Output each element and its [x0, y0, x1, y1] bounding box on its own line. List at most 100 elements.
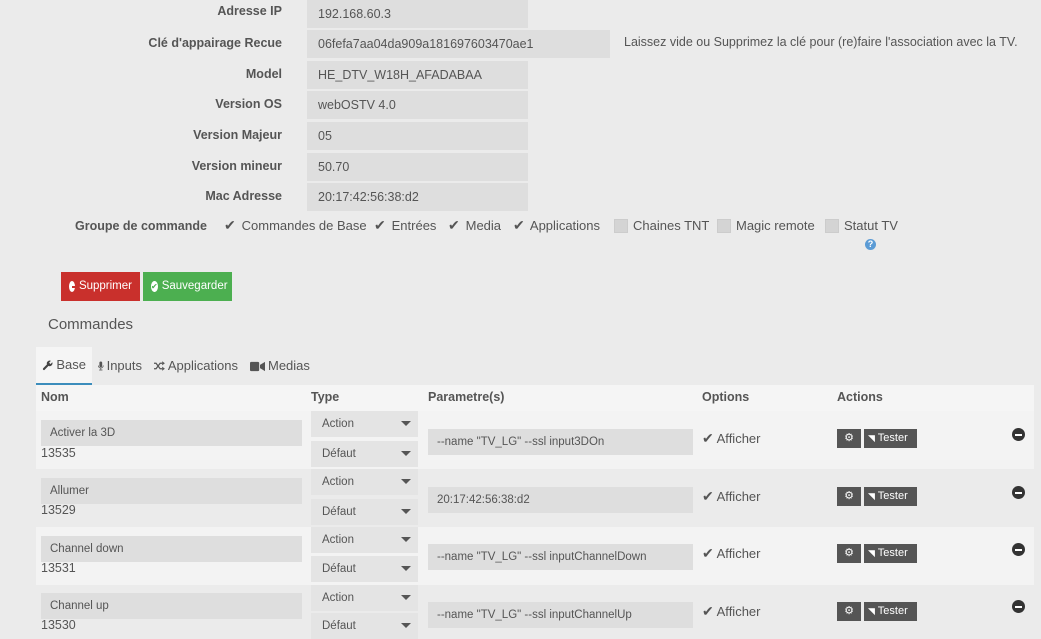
- shuffle-icon: [154, 361, 165, 371]
- subtype-select[interactable]: Défaut: [311, 613, 418, 639]
- column-header-parametres: Parametre(s): [428, 390, 505, 404]
- test-button[interactable]: ◥ Tester: [864, 429, 917, 448]
- tab-bar: Base Inputs Applications Medias: [36, 347, 324, 385]
- caret-down-icon: [401, 623, 411, 628]
- column-header-type: Type: [311, 390, 340, 404]
- help-icon[interactable]: ?: [865, 239, 876, 250]
- unchecked-box: [614, 218, 628, 233]
- configure-button[interactable]: ⚙: [837, 429, 861, 448]
- caret-down-icon: [401, 451, 411, 456]
- section-title: Commandes: [48, 316, 134, 333]
- cogs-icon: ⚙: [844, 432, 854, 444]
- microphone-icon: [98, 361, 104, 371]
- field-label-ip: Adresse IP: [217, 4, 282, 18]
- remove-command-icon[interactable]: [1012, 543, 1025, 556]
- field-label-model: Model: [245, 67, 282, 81]
- unchecked-box: [717, 218, 731, 233]
- check-icon: ✔: [702, 545, 714, 561]
- checkbox-commandes-base[interactable]: ✔ Commandes de Base: [224, 218, 367, 233]
- check-icon: ✔: [702, 430, 714, 446]
- tab-medias[interactable]: Medias: [244, 347, 324, 385]
- test-button[interactable]: ◥ Tester: [864, 544, 917, 563]
- configure-button[interactable]: ⚙: [837, 544, 861, 563]
- type-select[interactable]: Action: [311, 469, 418, 495]
- command-name-input[interactable]: Allumer: [41, 478, 302, 504]
- command-group-label: Groupe de commande: [75, 219, 207, 233]
- os-version-field[interactable]: webOSTV 4.0: [307, 91, 528, 119]
- caret-down-icon: [401, 421, 411, 426]
- remove-command-icon[interactable]: [1012, 486, 1025, 499]
- caret-down-icon: [401, 509, 411, 514]
- cogs-icon: ⚙: [844, 605, 854, 617]
- minus-circle-icon: [69, 281, 78, 292]
- parameter-input[interactable]: --name "TV_LG" --ssl input3DOn: [428, 429, 693, 455]
- subtype-select[interactable]: Défaut: [311, 441, 418, 467]
- command-id: 13529: [41, 503, 76, 517]
- tab-base[interactable]: Base: [36, 347, 92, 385]
- parameter-input[interactable]: --name "TV_LG" --ssl inputChannelDown: [428, 544, 693, 570]
- command-name-input[interactable]: Activer la 3D: [41, 420, 302, 446]
- cogs-icon: ⚙: [844, 490, 854, 502]
- check-icon: ✔: [702, 488, 714, 504]
- type-select[interactable]: Action: [311, 585, 418, 611]
- parameter-input[interactable]: --name "TV_LG" --ssl inputChannelUp: [428, 602, 693, 628]
- rss-icon: ◥: [868, 606, 875, 616]
- afficher-checkbox[interactable]: ✔ Afficher: [702, 546, 760, 561]
- column-header-nom: Nom: [41, 390, 69, 404]
- wrench-icon: [42, 360, 53, 370]
- field-label-minor-version: Version mineur: [191, 159, 282, 173]
- rss-icon: ◥: [868, 491, 875, 501]
- remove-command-icon[interactable]: [1012, 600, 1025, 613]
- unchecked-box: [825, 218, 839, 233]
- table-header: [36, 385, 1034, 411]
- checkbox-entrees[interactable]: ✔ Entrées: [374, 218, 436, 233]
- caret-down-icon: [401, 537, 411, 542]
- caret-down-icon: [401, 566, 411, 571]
- field-label-mac: Mac Adresse: [205, 189, 282, 203]
- configure-button[interactable]: ⚙: [837, 487, 861, 506]
- command-id: 13530: [41, 618, 76, 632]
- tab-inputs[interactable]: Inputs: [92, 347, 148, 385]
- checkbox-chaines-tnt[interactable]: Chaines TNT: [614, 218, 709, 233]
- checkbox-magic-remote[interactable]: Magic remote: [717, 218, 815, 233]
- ip-address-field[interactable]: 192.168.60.3: [307, 0, 528, 28]
- minor-version-field[interactable]: 50.70: [307, 153, 528, 181]
- check-icon: ✔: [224, 217, 236, 233]
- checkbox-applications[interactable]: ✔ Applications: [513, 218, 600, 233]
- command-name-input[interactable]: Channel down: [41, 536, 302, 562]
- check-icon: ✔: [513, 217, 525, 233]
- save-button[interactable]: ✔ Sauvegarder: [143, 272, 232, 301]
- type-select[interactable]: Action: [311, 411, 418, 437]
- check-icon: ✔: [702, 603, 714, 619]
- afficher-checkbox[interactable]: ✔ Afficher: [702, 604, 760, 619]
- caret-down-icon: [401, 479, 411, 484]
- afficher-checkbox[interactable]: ✔ Afficher: [702, 489, 760, 504]
- subtype-select[interactable]: Défaut: [311, 556, 418, 582]
- checkbox-media[interactable]: ✔ Media: [448, 218, 501, 233]
- afficher-checkbox[interactable]: ✔ Afficher: [702, 431, 760, 446]
- check-circle-icon: ✔: [151, 281, 158, 292]
- mac-address-field[interactable]: 20:17:42:56:38:d2: [307, 183, 528, 211]
- delete-button[interactable]: Supprimer: [61, 272, 140, 301]
- pairing-key-field[interactable]: 06fefa7aa04da909a181697603470ae1: [307, 30, 610, 58]
- test-button[interactable]: ◥ Tester: [864, 602, 917, 621]
- rss-icon: ◥: [868, 548, 875, 558]
- caret-down-icon: [401, 595, 411, 600]
- rss-icon: ◥: [868, 433, 875, 443]
- test-button[interactable]: ◥ Tester: [864, 487, 917, 506]
- configure-button[interactable]: ⚙: [837, 602, 861, 621]
- field-label-major-version: Version Majeur: [193, 128, 282, 142]
- parameter-input[interactable]: 20:17:42:56:38:d2: [428, 487, 693, 513]
- major-version-field[interactable]: 05: [307, 122, 528, 150]
- subtype-select[interactable]: Défaut: [311, 499, 418, 525]
- command-name-input[interactable]: Channel up: [41, 593, 302, 619]
- field-label-pairing-key: Clé d'appairage Recue: [148, 36, 282, 50]
- model-field[interactable]: HE_DTV_W18H_AFADABAA: [307, 61, 528, 89]
- column-header-actions: Actions: [837, 390, 883, 404]
- command-id: 13535: [41, 446, 76, 460]
- cogs-icon: ⚙: [844, 547, 854, 559]
- tab-applications[interactable]: Applications: [148, 347, 244, 385]
- remove-command-icon[interactable]: [1012, 428, 1025, 441]
- type-select[interactable]: Action: [311, 527, 418, 553]
- checkbox-statut-tv[interactable]: Statut TV: [825, 218, 898, 233]
